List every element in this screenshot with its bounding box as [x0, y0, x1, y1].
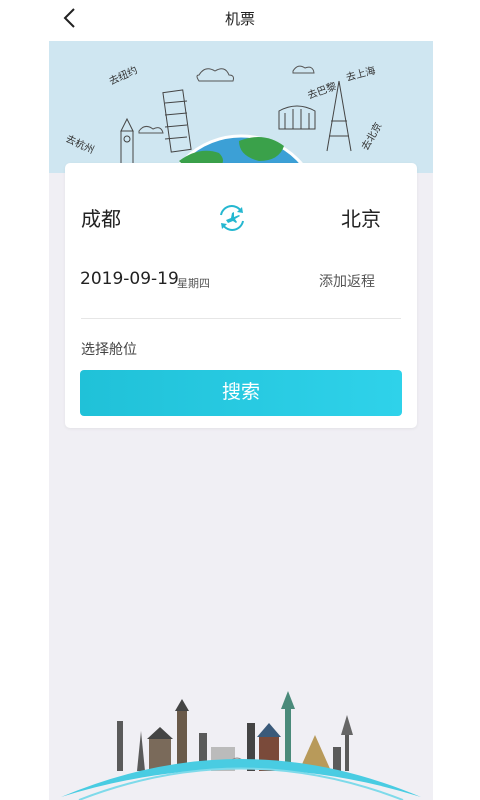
banner-illustration: 去纽约 去巴黎 去上海 去杭州 去北京	[49, 41, 433, 173]
cabin-select[interactable]: 选择舱位	[81, 339, 137, 359]
world-landmarks-illustration: 去纽约 去巴黎 去上海 去杭州 去北京	[64, 63, 385, 173]
swap-cities-button[interactable]	[215, 201, 249, 235]
banner-label-newyork: 去纽约	[107, 63, 140, 87]
nav-bar: 机票	[0, 0, 480, 36]
arrival-city[interactable]: 北京	[341, 203, 381, 232]
content-area: 去纽约 去巴黎 去上海 去杭州 去北京 成都 北京 2019-09-19 星期四…	[49, 41, 433, 800]
page-title: 机票	[224, 10, 255, 28]
landmarks-skyline-illustration	[61, 691, 421, 800]
banner-label-hangzhou: 去杭州	[64, 132, 97, 156]
departure-date[interactable]: 2019-09-19	[80, 269, 179, 289]
footer-landmarks-illustration	[49, 661, 433, 800]
departure-weekday: 星期四	[177, 277, 210, 290]
banner-label-paris: 去巴黎	[306, 79, 339, 101]
flight-search-card: 成都 北京 2019-09-19 星期四 添加返程 选择舱位 搜索	[65, 163, 417, 428]
swap-flight-icon	[220, 205, 244, 231]
banner-label-beijing: 去北京	[358, 120, 384, 152]
add-return-button[interactable]: 添加返程	[319, 271, 375, 291]
departure-city[interactable]: 成都	[81, 203, 121, 232]
search-button[interactable]: 搜索	[80, 370, 402, 416]
banner-label-shanghai: 去上海	[344, 64, 376, 84]
divider	[81, 318, 401, 319]
